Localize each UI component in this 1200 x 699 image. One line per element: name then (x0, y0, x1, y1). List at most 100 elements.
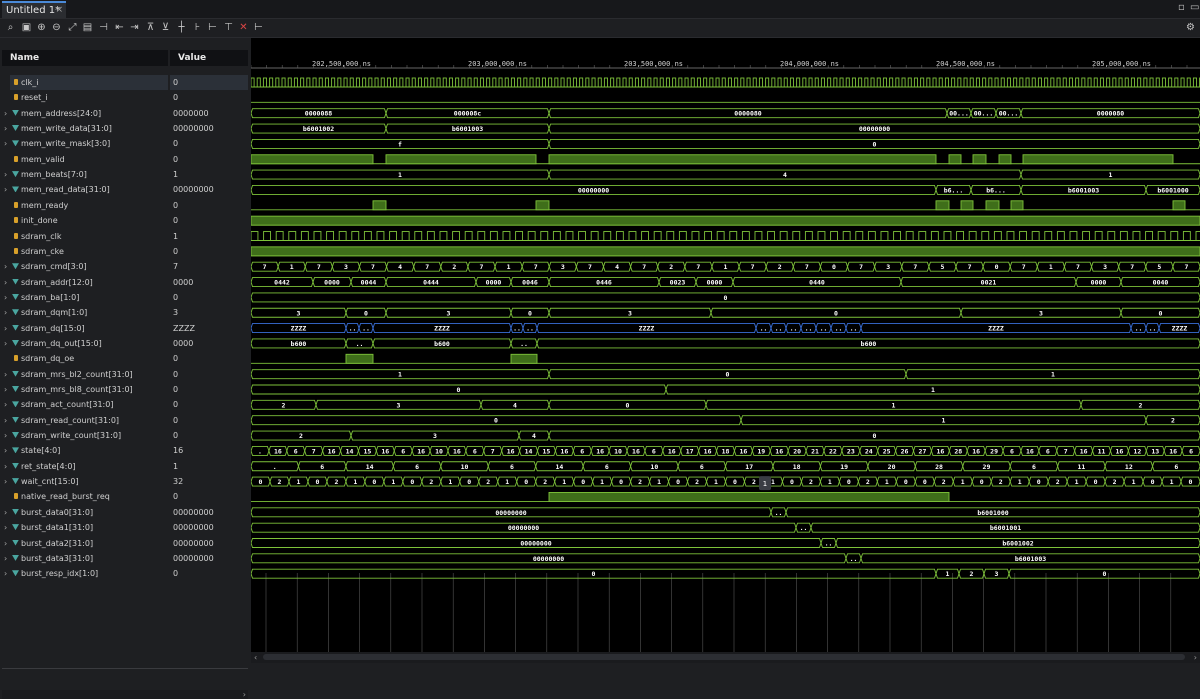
bit-high (964, 78, 967, 87)
signal-row[interactable]: ›sdram_dq[15:0]ZZZZ (0, 321, 250, 336)
snapshot-icon[interactable]: ▤ (81, 21, 94, 34)
signal-row[interactable]: ›state[4:0]16 (0, 443, 250, 458)
expand-chevron-icon[interactable]: › (4, 182, 7, 197)
restore-icon[interactable]: ▭ (1190, 2, 1199, 13)
signal-row[interactable]: native_read_burst_req0 (0, 489, 250, 504)
go-start-icon[interactable]: ⇤ (113, 21, 126, 34)
signal-row[interactable]: sdram_dq_oe0 (0, 351, 250, 366)
bus-value: 1 (892, 401, 896, 409)
expand-chevron-icon[interactable]: › (4, 551, 7, 566)
expand-chevron-icon[interactable]: › (4, 275, 7, 290)
bit-high (828, 78, 831, 87)
signal-row[interactable]: mem_valid0 (0, 152, 250, 167)
expand-chevron-icon[interactable]: › (4, 259, 7, 274)
scroll-thumb[interactable] (263, 654, 1185, 660)
chevron-right-icon[interactable]: › (243, 690, 246, 699)
expand-chevron-icon[interactable]: › (4, 167, 7, 182)
close-icon[interactable]: × (55, 3, 63, 18)
expand-chevron-icon[interactable]: › (4, 474, 7, 489)
add-marker-icon[interactable]: ⊣ (97, 21, 110, 34)
expand-chevron-icon[interactable]: › (4, 382, 7, 397)
signal-row[interactable]: mem_ready0 (0, 198, 250, 213)
bit-high (487, 78, 490, 87)
settings-gear-icon[interactable]: ⚙ (1184, 21, 1197, 34)
expand-chevron-icon[interactable]: › (4, 367, 7, 382)
horizontal-scrollbar[interactable]: ‹ › (251, 652, 1200, 663)
expand-chevron-icon[interactable]: › (4, 536, 7, 551)
marker-b-icon[interactable]: ⊢ (206, 21, 219, 34)
signal-row[interactable]: sdram_cke0 (0, 244, 250, 259)
signal-row[interactable]: ›wait_cnt[15:0]32 (0, 474, 250, 489)
next-edge-icon[interactable]: ⊻ (159, 21, 172, 34)
signal-row[interactable]: ›burst_data3[31:0]00000000 (0, 551, 250, 566)
minimize-icon[interactable]: ▫ (1178, 2, 1185, 13)
prev-edge-icon[interactable]: ⊼ (144, 21, 157, 34)
signal-row[interactable]: ›sdram_act_count[31:0]0 (0, 397, 250, 412)
zoom-fit-icon[interactable]: ⤢ (66, 21, 79, 34)
signal-row[interactable]: ›mem_beats[7:0]1 (0, 167, 250, 182)
save-icon[interactable]: ▣ (20, 21, 33, 34)
expand-chevron-icon[interactable]: › (4, 505, 7, 520)
signal-row[interactable]: ›burst_resp_idx[1:0]0 (0, 566, 250, 581)
prev-marker-icon[interactable]: ┼ (175, 21, 188, 34)
signal-row[interactable]: ›sdram_addr[12:0]0000 (0, 275, 250, 290)
chevron-right-icon[interactable]: › (1194, 652, 1197, 663)
signal-row[interactable]: reset_i0 (0, 90, 250, 105)
expand-chevron-icon[interactable]: › (4, 459, 7, 474)
signal-row[interactable]: ›burst_data1[31:0]00000000 (0, 520, 250, 535)
signal-row[interactable]: ›sdram_mrs_bl8_count[31:0]0 (0, 382, 250, 397)
waveform-pane[interactable]: 202,500,000 ns203,000,000 ns203,500,000 … (251, 38, 1200, 652)
signal-row[interactable]: ›mem_address[24:0]0000000 (0, 106, 250, 121)
expand-chevron-icon[interactable]: › (4, 305, 7, 320)
bus-value: 2 (970, 570, 974, 578)
cursor-icon[interactable]: ⊢ (252, 21, 265, 34)
signal-row[interactable]: ›burst_data0[31:0]00000000 (0, 505, 250, 520)
value-column-header[interactable]: Value (170, 50, 248, 66)
name-column-header[interactable]: Name (2, 50, 168, 66)
signal-name: sdram_act_count[31:0] (21, 397, 113, 412)
expand-chevron-icon[interactable]: › (4, 443, 7, 458)
signal-row[interactable]: ›sdram_ba[1:0]0 (0, 290, 250, 305)
go-end-icon[interactable]: ⇥ (128, 21, 141, 34)
signal-row[interactable]: ›burst_data2[31:0]00000000 (0, 536, 250, 551)
expand-chevron-icon[interactable]: › (4, 413, 7, 428)
expand-chevron-icon[interactable]: › (4, 290, 7, 305)
signal-row[interactable]: init_done0 (0, 213, 250, 228)
chevron-left-icon[interactable]: ‹ (254, 652, 257, 663)
signal-row[interactable]: ›sdram_mrs_bl2_count[31:0]0 (0, 367, 250, 382)
bus-value: 3 (344, 263, 348, 271)
signal-row[interactable]: sdram_clk1 (0, 229, 250, 244)
signal-row[interactable]: ›mem_read_data[31:0]00000000 (0, 182, 250, 197)
expand-chevron-icon[interactable]: › (4, 106, 7, 121)
marker-c-icon[interactable]: ⊤ (222, 21, 235, 34)
signal-row[interactable]: ›sdram_dq_out[15:0]0000 (0, 336, 250, 351)
bit-high (327, 232, 334, 241)
expand-chevron-icon[interactable]: › (4, 520, 7, 535)
zoom-out-icon[interactable]: ⊖ (50, 21, 63, 34)
expand-chevron-icon[interactable]: › (4, 336, 7, 351)
expand-chevron-icon[interactable]: › (4, 321, 7, 336)
expand-chevron-icon[interactable]: › (4, 566, 7, 581)
search-icon[interactable]: ⌕ (4, 21, 17, 34)
tab-untitled-1[interactable]: Untitled 1* × (2, 1, 66, 18)
marker-a-icon[interactable]: ⊦ (191, 21, 204, 34)
expand-chevron-icon[interactable]: › (4, 136, 7, 151)
signal-row[interactable]: ›sdram_dqm[1:0]3 (0, 305, 250, 320)
bus-value: 0 (980, 478, 984, 486)
left-scrollbar[interactable]: › (2, 690, 248, 699)
expand-chevron-icon[interactable]: › (4, 428, 7, 443)
waveform-canvas[interactable]: 202,500,000 ns203,000,000 ns203,500,000 … (251, 38, 1200, 652)
signal-row[interactable]: ›mem_write_mask[3:0]0 (0, 136, 250, 151)
signal-row[interactable]: ›sdram_cmd[3:0]7 (0, 259, 250, 274)
signal-row[interactable]: ›ret_state[4:0]1 (0, 459, 250, 474)
bus-value: b6... (986, 186, 1006, 194)
bit-high (1181, 78, 1184, 87)
signal-row[interactable]: ›mem_write_data[31:0]00000000 (0, 121, 250, 136)
delete-icon[interactable]: ✕ (237, 21, 250, 34)
signal-row[interactable]: ›sdram_write_count[31:0]0 (0, 428, 250, 443)
expand-chevron-icon[interactable]: › (4, 121, 7, 136)
signal-row[interactable]: ›sdram_read_count[31:0]0 (0, 413, 250, 428)
signal-row[interactable]: clk_i0 (0, 75, 250, 90)
expand-chevron-icon[interactable]: › (4, 397, 7, 412)
zoom-in-icon[interactable]: ⊕ (35, 21, 48, 34)
